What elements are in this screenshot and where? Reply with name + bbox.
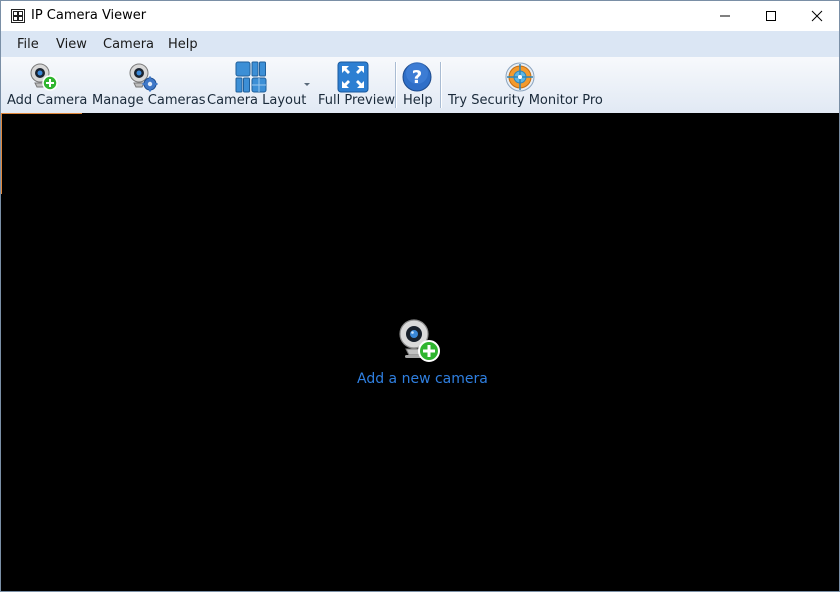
camera-layout-button[interactable]: Camera Layout [205, 57, 313, 113]
fullscreen-expand-icon [337, 61, 369, 93]
webcam-settings-icon [129, 63, 158, 92]
maximize-icon [766, 11, 776, 21]
add-camera-label: Add Camera [7, 93, 88, 108]
selected-view-cell[interactable] [1, 113, 82, 194]
camera-layout-label: Camera Layout [207, 93, 307, 108]
app-grid-icon [11, 9, 25, 23]
add-new-camera-label: Add a new camera [357, 371, 488, 387]
app-window: IP Camera Viewer File View Camera Help A… [0, 0, 840, 592]
grid-layout-icon [235, 61, 267, 93]
maximize-button[interactable] [748, 1, 794, 31]
toolbar-separator [440, 62, 442, 108]
webcam-add-icon [399, 319, 440, 362]
help-button[interactable]: ? Help [399, 57, 435, 113]
title-bar[interactable]: IP Camera Viewer [1, 1, 839, 31]
full-preview-button[interactable]: Full Preview [316, 57, 395, 113]
try-security-monitor-pro-button[interactable]: Try Security Monitor Pro [446, 57, 603, 113]
full-preview-label: Full Preview [318, 93, 395, 108]
try-pro-label: Try Security Monitor Pro [448, 93, 603, 108]
add-camera-button[interactable]: Add Camera [5, 57, 87, 113]
svg-text:?: ? [412, 67, 422, 88]
menu-help[interactable]: Help [168, 37, 198, 52]
minimize-icon [720, 15, 730, 17]
layout-dropdown-arrow-icon[interactable] [304, 83, 310, 86]
camera-view-area[interactable]: Add a new camera [1, 113, 839, 591]
menu-bar: File View Camera Help [1, 31, 839, 57]
webcam-add-icon [30, 63, 58, 91]
toolbar-separator [395, 62, 397, 108]
toolbar: Add Camera Manage Cameras Camera Layout … [1, 57, 839, 114]
help-question-icon: ? [402, 62, 432, 92]
menu-view[interactable]: View [56, 37, 87, 52]
menu-camera[interactable]: Camera [103, 37, 154, 52]
manage-cameras-button[interactable]: Manage Cameras [90, 57, 206, 113]
close-icon [811, 10, 823, 22]
help-label: Help [403, 93, 433, 108]
minimize-button[interactable] [702, 1, 748, 31]
close-button[interactable] [794, 1, 839, 31]
manage-cameras-label: Manage Cameras [92, 93, 206, 108]
menu-file[interactable]: File [17, 37, 39, 52]
security-monitor-target-icon [505, 62, 535, 92]
add-new-camera-link[interactable]: Add a new camera [357, 317, 488, 387]
window-title: IP Camera Viewer [31, 8, 147, 23]
